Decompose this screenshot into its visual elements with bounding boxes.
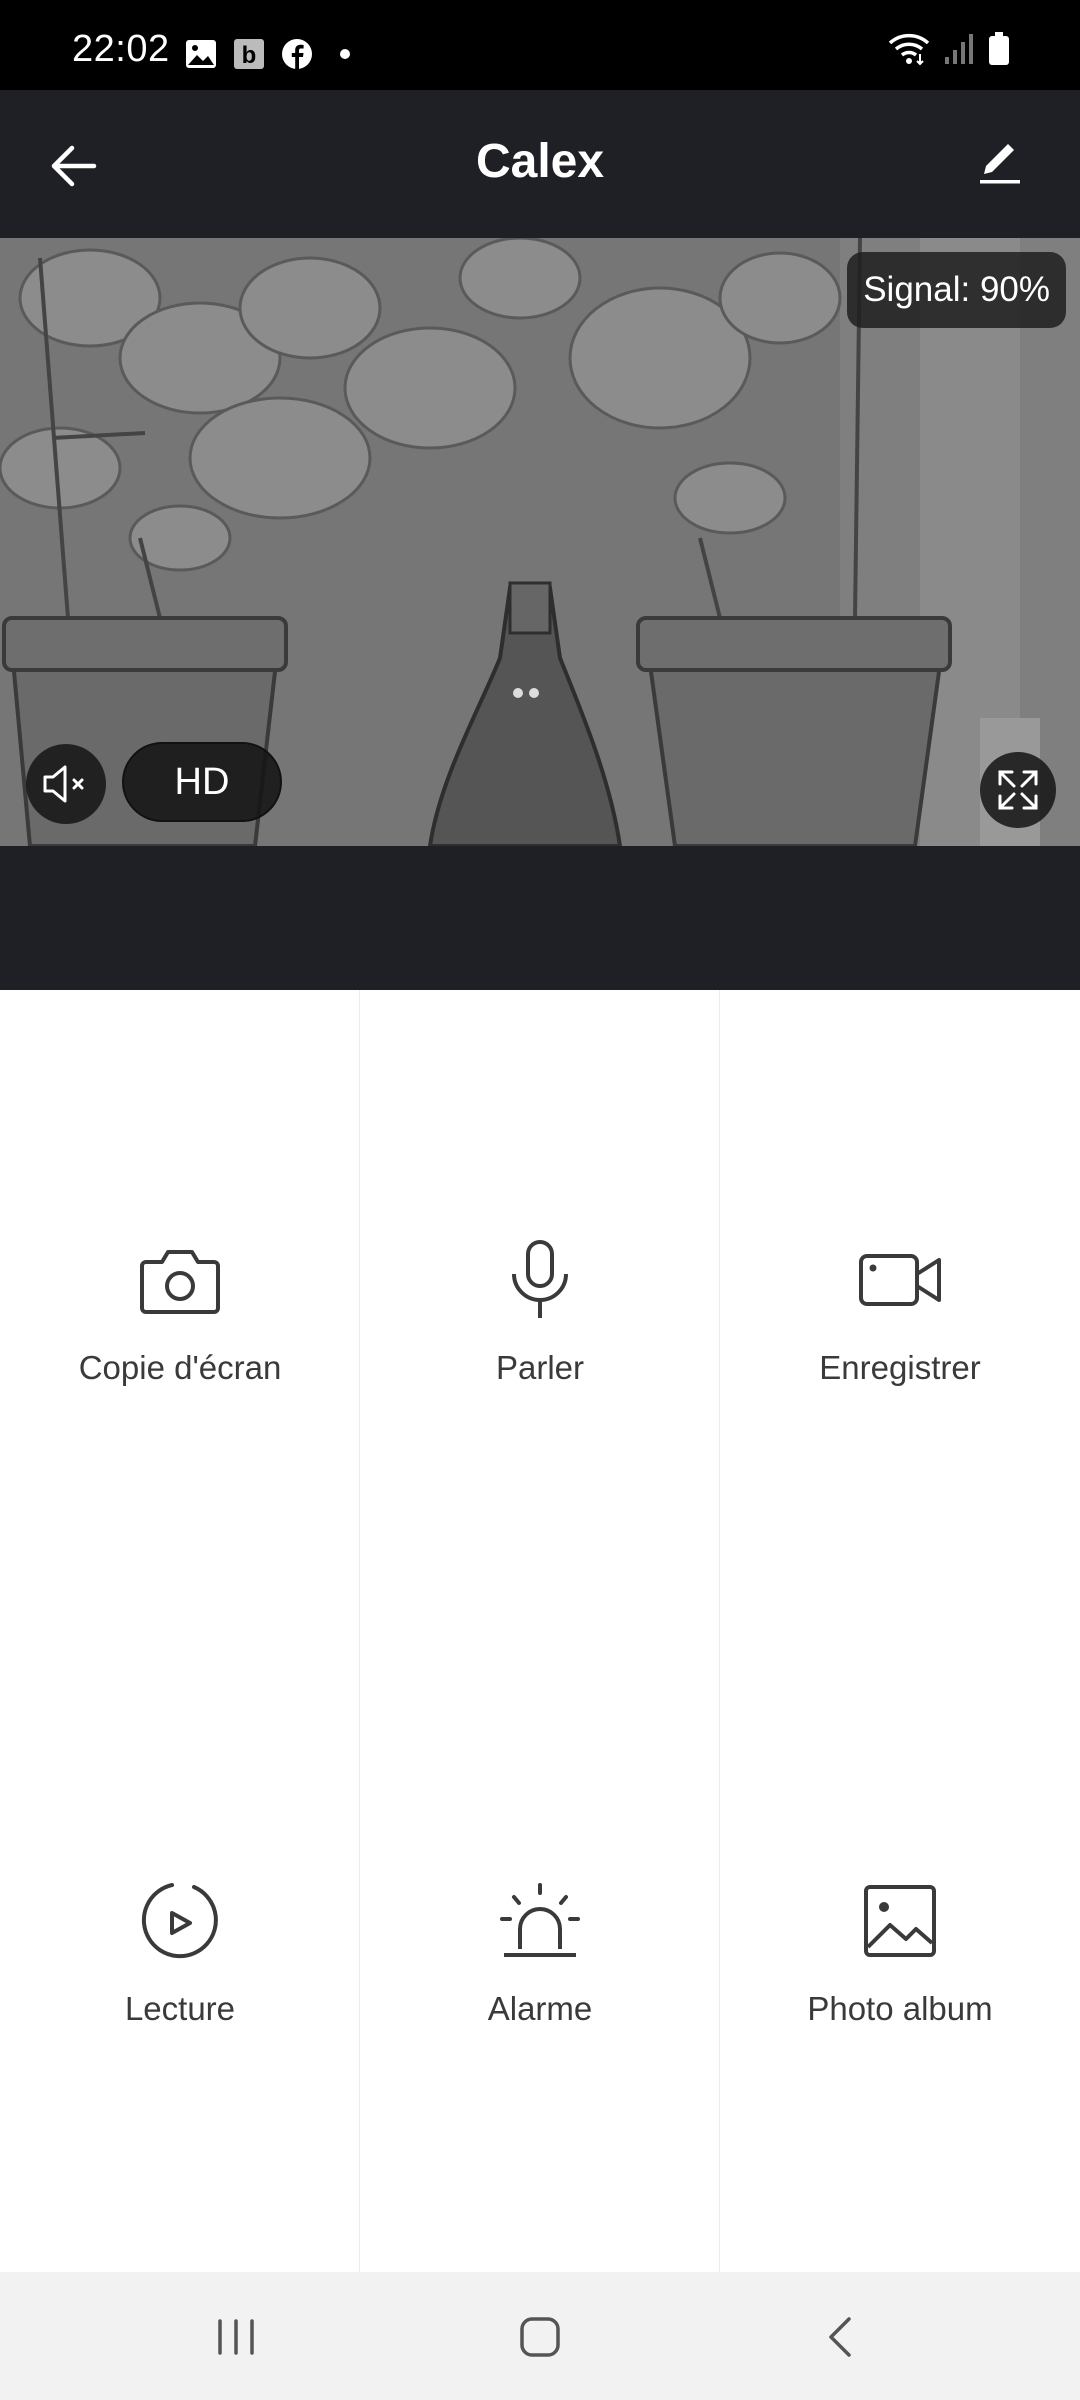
facebook-icon xyxy=(280,37,314,71)
action-grid: Copie d'écran Parler Enregistrer Lecture xyxy=(0,990,1080,2272)
system-nav-bar xyxy=(0,2272,1080,2400)
battery-icon xyxy=(988,32,1010,71)
speaker-muted-icon[interactable] xyxy=(26,744,106,824)
talk-action[interactable]: Parler xyxy=(360,990,720,1631)
video-bottom-band xyxy=(0,846,1080,990)
quality-hd-button[interactable]: HD xyxy=(122,742,282,822)
playback-icon xyxy=(135,1876,225,1966)
camera-video-feed[interactable]: Signal: 90% HD xyxy=(0,238,1080,846)
app-header: Calex xyxy=(0,90,1080,238)
home-icon[interactable] xyxy=(500,2302,580,2372)
record-action[interactable]: Enregistrer xyxy=(720,990,1080,1631)
dot-icon xyxy=(328,37,362,71)
action-label: Alarme xyxy=(487,1989,593,2027)
action-label: Parler xyxy=(495,1348,585,1386)
svg-text:b: b xyxy=(242,42,257,69)
page-title: Calex xyxy=(475,135,605,188)
photo-album-icon xyxy=(855,1876,945,1966)
action-label: Enregistrer xyxy=(819,1348,981,1386)
cell-signal-icon xyxy=(944,33,974,70)
status-time: 22:02 xyxy=(72,28,170,70)
image-icon xyxy=(184,37,218,71)
action-label: Photo album xyxy=(807,1989,993,2027)
alarm-action[interactable]: Alarme xyxy=(360,1631,720,2272)
action-label: Copie d'écran xyxy=(78,1348,282,1386)
fullscreen-icon[interactable] xyxy=(980,752,1056,828)
microphone-icon xyxy=(495,1235,585,1325)
camera-screen: 22:02 b Calex Signal: 90% HD Copie d'écr… xyxy=(0,0,1080,2400)
b-app-icon: b xyxy=(232,37,266,71)
signal-strength-badge: Signal: 90% xyxy=(847,252,1066,328)
back-icon[interactable] xyxy=(800,2302,880,2372)
wifi-icon xyxy=(888,32,930,71)
alarm-siren-icon xyxy=(495,1876,585,1966)
action-label: Lecture xyxy=(124,1989,236,2027)
recent-apps-icon[interactable] xyxy=(196,2302,276,2372)
status-bar: 22:02 b xyxy=(0,0,1080,90)
notification-icons: b xyxy=(184,34,362,74)
camera-icon xyxy=(135,1235,225,1325)
photo-album-action[interactable]: Photo album xyxy=(720,1631,1080,2272)
video-camera-icon xyxy=(855,1235,945,1325)
screenshot-action[interactable]: Copie d'écran xyxy=(0,990,360,1631)
pencil-icon[interactable] xyxy=(970,132,1030,192)
playback-action[interactable]: Lecture xyxy=(0,1631,360,2272)
system-icons xyxy=(888,32,1010,71)
